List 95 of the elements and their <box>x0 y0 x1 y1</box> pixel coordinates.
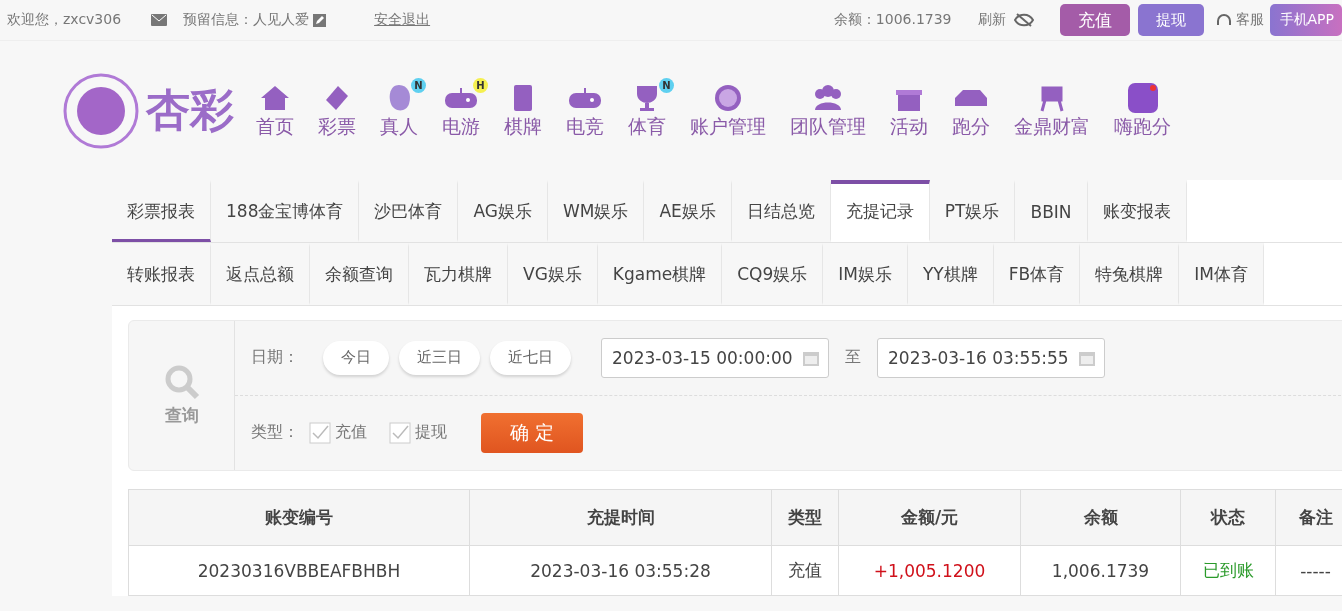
checkbox-label: 充值 <box>335 422 367 444</box>
report-tab[interactable]: 日结总览 <box>731 180 831 242</box>
nav-item[interactable]: 棋牌 <box>492 81 554 140</box>
type-label: 类型： <box>251 422 299 444</box>
nav-label[interactable]: 活动 <box>890 113 928 140</box>
nav-item[interactable]: 嗨跑分 <box>1102 81 1183 140</box>
report-tab[interactable]: BBIN <box>1015 180 1088 242</box>
gamepad-icon <box>444 87 478 108</box>
deposit-button[interactable]: 充值 <box>1059 4 1130 36</box>
report-tab[interactable]: VG娱乐 <box>508 243 598 305</box>
date-label: 日期： <box>251 347 299 369</box>
eye-off-icon[interactable] <box>1013 12 1034 28</box>
nav-label[interactable]: 真人 <box>380 113 418 140</box>
date-preset-button[interactable]: 今日 <box>323 340 389 375</box>
app-icon <box>1125 81 1160 114</box>
nav-label[interactable]: 体育 <box>628 113 666 140</box>
table-cell: 已到账 <box>1180 545 1276 596</box>
checkbox[interactable] <box>389 421 411 444</box>
logout-link[interactable]: 安全退出 <box>374 11 431 29</box>
report-tab[interactable]: 余额查询 <box>310 243 409 305</box>
nav-item[interactable]: 跑分 <box>940 81 1002 140</box>
search-label: 查询 <box>164 404 199 427</box>
report-tab[interactable]: AE娱乐 <box>644 180 732 242</box>
report-tab[interactable]: 彩票报表 <box>112 180 211 242</box>
nav-label[interactable]: 团队管理 <box>790 113 866 140</box>
logo-text: 杏彩 <box>146 83 234 137</box>
report-tab[interactable]: AG娱乐 <box>458 180 548 242</box>
service-link[interactable]: 客服 <box>1235 11 1264 29</box>
report-tab[interactable]: CQ9娱乐 <box>722 243 824 305</box>
report-tab[interactable]: PT娱乐 <box>929 180 1016 242</box>
report-tab[interactable]: YY棋牌 <box>907 243 994 305</box>
start-date-field[interactable]: 2023-03-15 00:00:00 <box>601 337 829 378</box>
mail-icon[interactable] <box>151 14 168 26</box>
report-tab[interactable]: WM娱乐 <box>547 180 645 242</box>
column-header: 金额/元 <box>838 489 1021 546</box>
refresh-link[interactable]: 刷新 <box>977 11 1006 29</box>
report-tab[interactable]: 瓦力棋牌 <box>409 243 508 305</box>
badge: H <box>473 77 488 93</box>
date-preset-button[interactable]: 近三日 <box>399 340 480 375</box>
nav-label[interactable]: 棋牌 <box>504 113 542 140</box>
report-tab[interactable]: IM体育 <box>1179 243 1264 305</box>
mobile-app-button[interactable]: 手机APP <box>1269 4 1342 36</box>
checkbox-label: 提现 <box>415 422 447 444</box>
table-cell: 2023-03-16 03:55:28 <box>469 545 772 596</box>
welcome-text: 欢迎您，zxcv306 <box>7 11 122 29</box>
report-tab[interactable]: Kgame棋牌 <box>597 243 723 305</box>
nav-item[interactable]: 活动 <box>878 81 940 140</box>
nav-item[interactable]: 金鼎财富 <box>1002 81 1102 140</box>
column-header: 账变编号 <box>128 489 470 546</box>
checkbox[interactable] <box>309 421 331 444</box>
table-cell: 20230316VBBEAFBHBH <box>128 545 470 596</box>
report-tab[interactable]: 充提记录 <box>830 180 930 242</box>
report-tab[interactable]: FB体育 <box>993 243 1081 305</box>
table-cell: +1,005.1200 <box>838 545 1021 596</box>
search-icon <box>163 364 200 400</box>
logo-icon <box>62 71 140 150</box>
balance-text: 余额：1006.1739 <box>833 11 952 29</box>
report-tab[interactable]: 账变报表 <box>1087 180 1187 242</box>
gamepad-icon <box>568 87 602 108</box>
badge: N <box>659 77 674 93</box>
confirm-button[interactable]: 确 定 <box>481 412 583 453</box>
nav-label[interactable]: 电竞 <box>566 113 604 140</box>
nav-label[interactable]: 彩票 <box>318 113 356 140</box>
report-tab[interactable]: 转账报表 <box>112 243 211 305</box>
report-tab[interactable]: 特兔棋牌 <box>1080 243 1180 305</box>
nav-label[interactable]: 首页 <box>256 113 294 140</box>
column-header: 状态 <box>1180 489 1276 546</box>
nav-item[interactable]: 团队管理 <box>778 81 878 140</box>
column-header: 充提时间 <box>469 489 772 546</box>
reserved-message: 预留信息：人见人爱 <box>183 11 310 29</box>
nav-label[interactable]: 账户管理 <box>690 113 766 140</box>
nav-item[interactable]: 彩票 <box>306 81 368 140</box>
report-tab[interactable]: 返点总额 <box>211 243 310 305</box>
nav-label[interactable]: 跑分 <box>952 113 990 140</box>
badge: N <box>411 77 426 93</box>
nav-item[interactable]: 电竞 <box>554 81 616 140</box>
column-header: 备注 <box>1275 489 1342 546</box>
column-header: 余额 <box>1020 489 1181 546</box>
end-date-field[interactable]: 2023-03-16 03:55:55 <box>877 337 1105 378</box>
withdraw-button[interactable]: 提现 <box>1137 4 1204 36</box>
nav-item[interactable]: 首页 <box>244 81 306 140</box>
table-cell: 1,006.1739 <box>1020 545 1181 596</box>
edit-icon[interactable] <box>313 13 327 27</box>
report-tab[interactable]: 188金宝博体育 <box>211 180 360 242</box>
nav-label[interactable]: 嗨跑分 <box>1114 113 1171 140</box>
nav-item[interactable]: 账户管理 <box>678 81 778 140</box>
headset-icon[interactable] <box>1215 13 1232 27</box>
nav-label[interactable]: 金鼎财富 <box>1014 113 1090 140</box>
nav-label[interactable]: 电游 <box>442 113 480 140</box>
report-tab[interactable]: 沙巴体育 <box>359 180 459 242</box>
report-tab[interactable]: IM娱乐 <box>823 243 908 305</box>
column-header: 类型 <box>771 489 839 546</box>
date-preset-button[interactable]: 近七日 <box>490 340 571 375</box>
to-label: 至 <box>845 347 861 369</box>
table-cell: 充值 <box>771 545 839 596</box>
